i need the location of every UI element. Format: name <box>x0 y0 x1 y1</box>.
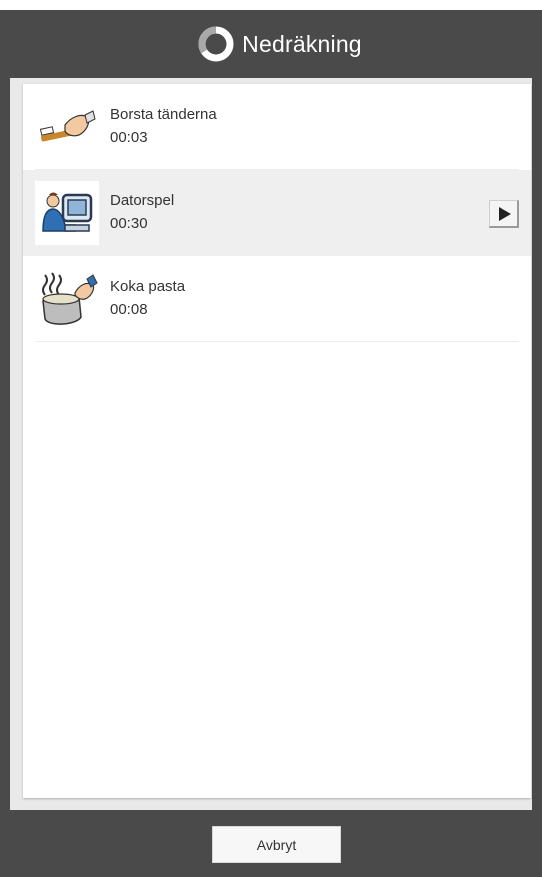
item-name: Koka pasta <box>110 278 186 295</box>
item-name: Datorspel <box>110 192 175 209</box>
item-name: Borsta tänderna <box>110 106 217 123</box>
list-item[interactable]: Datorspel 00:30 <box>23 170 531 256</box>
header-bar: Nedräkning <box>0 10 542 78</box>
item-time: 00:03 <box>110 129 148 146</box>
app-window: Nedräkning Borsta tänderna 00:03 Datorsp… <box>0 0 542 877</box>
timer-ring-icon <box>198 26 234 62</box>
header-title-group: Nedräkning <box>198 26 362 62</box>
page-title: Nedräkning <box>242 30 362 57</box>
footer-bar: Avbryt <box>0 810 542 877</box>
status-strip <box>0 0 542 10</box>
toothbrush-icon <box>35 95 99 159</box>
item-time: 00:30 <box>110 215 148 232</box>
play-button[interactable] <box>489 200 519 228</box>
play-icon <box>498 206 511 221</box>
list-item[interactable]: Koka pasta 00:08 <box>23 256 531 342</box>
cancel-button[interactable]: Avbryt <box>212 826 341 863</box>
divider <box>35 341 519 342</box>
list-item[interactable]: Borsta tänderna 00:03 <box>23 84 531 170</box>
timer-list: Borsta tänderna 00:03 Datorspel 00:30 Ko… <box>23 84 531 798</box>
item-time: 00:08 <box>110 301 148 318</box>
cooking-pot-icon <box>35 267 99 331</box>
computer-game-icon <box>35 181 99 245</box>
